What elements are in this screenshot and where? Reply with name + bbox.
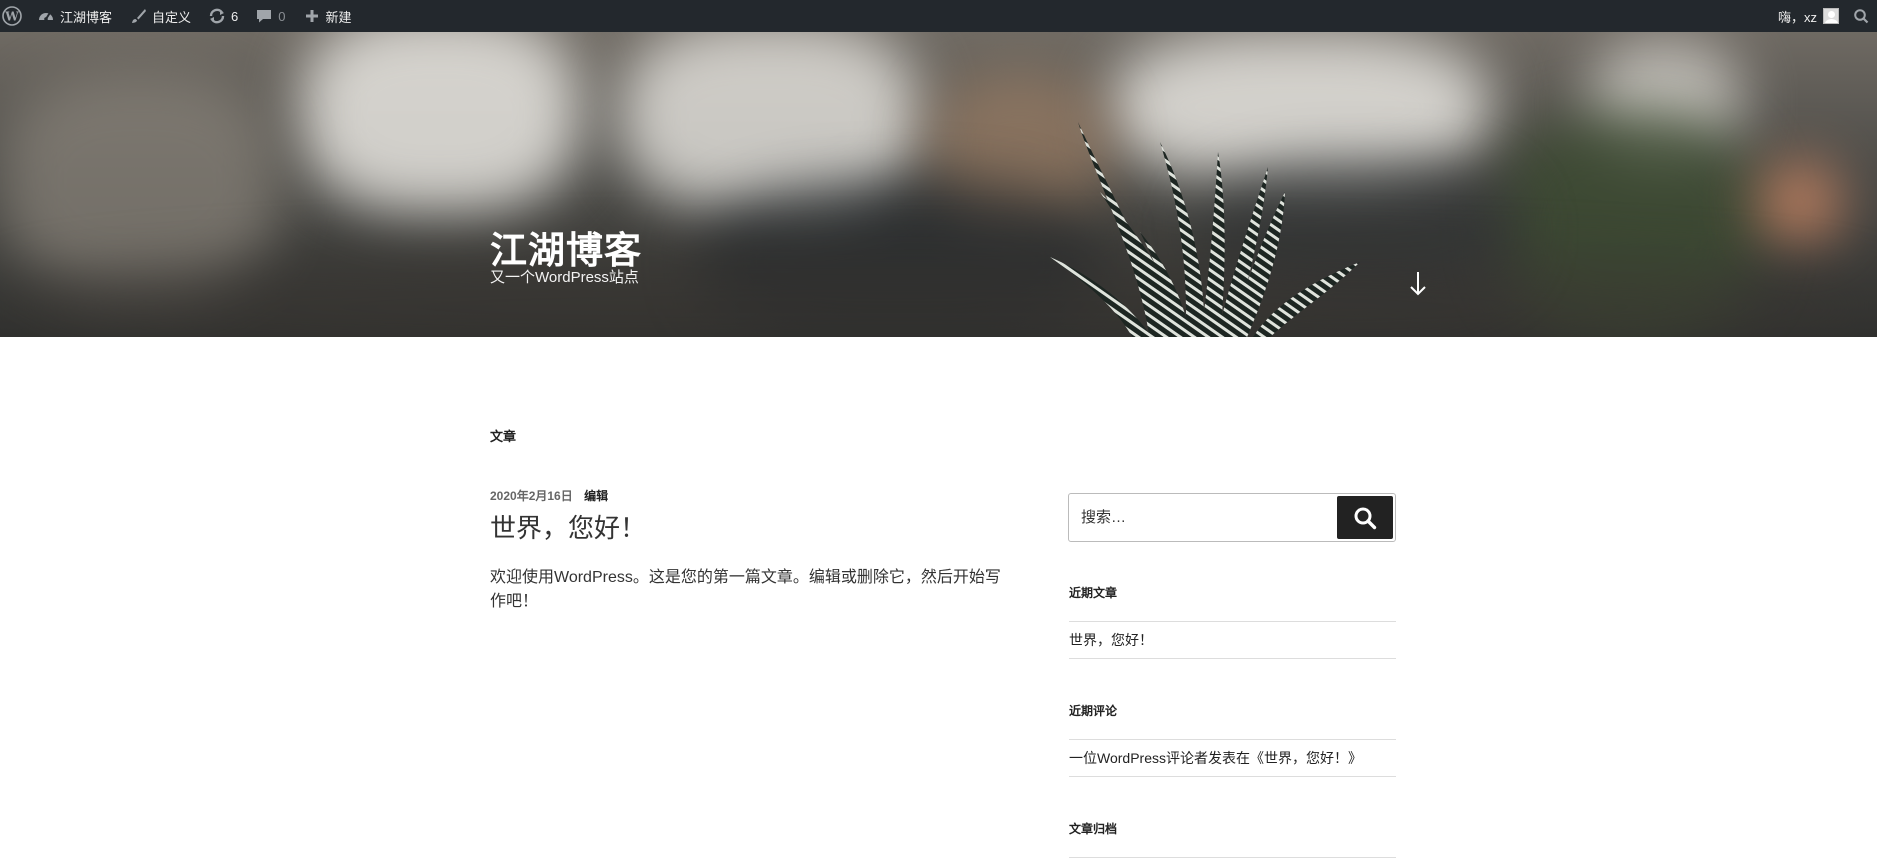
customize-label: 自定义 [152,9,192,25]
wordpress-logo-button[interactable]: W [0,0,28,32]
edit-post-link[interactable]: 编辑 [584,489,608,503]
comment-icon [254,6,274,26]
search-icon [1851,6,1871,26]
post-date-link[interactable]: 2020年2月16日 [490,489,573,503]
comments-count: 0 [278,8,286,24]
archives-divider [1069,857,1396,858]
site-name-label: 江湖博客 [60,9,113,25]
svg-text:W: W [4,10,19,24]
page-title: 文章 [490,429,517,444]
avatar [1823,8,1839,24]
recent-posts-title: 近期文章 [1069,586,1118,600]
brush-icon [128,6,148,26]
plus-icon [302,6,322,26]
search-form [1068,493,1396,542]
header-image: 江湖博客 又一个WordPress站点 [0,32,1877,337]
updates-icon [207,6,227,26]
comments-button[interactable]: 0 [246,0,293,32]
updates-button[interactable]: 6 [199,0,246,32]
search-input[interactable] [1069,494,1337,541]
recent-comment-link[interactable]: 一位WordPress评论者发表在《世界，您好！》 [1069,739,1396,777]
search-icon [1354,507,1377,529]
archives-title: 文章归档 [1069,822,1118,836]
new-content-button[interactable]: 新建 [294,0,360,32]
post-excerpt: 欢迎使用WordPress。这是您的第一篇文章。编辑或删除它，然后开始写作吧！ [490,569,1001,610]
my-account-menu[interactable]: 嗨，xz [1770,0,1851,32]
post-meta: 2020年2月16日 编辑 [490,487,608,504]
site-name-menu[interactable]: 江湖博客 [28,0,120,32]
admin-search-button[interactable] [1851,0,1877,32]
updates-count: 6 [231,8,239,24]
arrow-down-icon [1410,272,1426,296]
dashboard-icon [36,6,56,26]
customize-button[interactable]: 自定义 [120,0,199,32]
search-submit-button[interactable] [1337,496,1393,539]
scroll-down-button[interactable] [1406,266,1430,300]
new-content-label: 新建 [325,9,352,25]
plant-illustration [1050,122,1360,337]
recent-post-link[interactable]: 世界，您好！ [1069,621,1396,659]
recent-comments-title: 近期评论 [1069,704,1118,718]
greeting-label: 嗨，xz [1777,9,1817,25]
wordpress-icon: W [2,6,22,26]
site-tagline: 又一个WordPress站点 [490,269,639,286]
admin-bar: W 江湖博客 自定义 6 0 新建 嗨，xz [0,0,1877,32]
admin-bar-secondary: 嗨，xz [1770,0,1877,32]
post-title[interactable]: 世界，您好！ [490,508,646,545]
